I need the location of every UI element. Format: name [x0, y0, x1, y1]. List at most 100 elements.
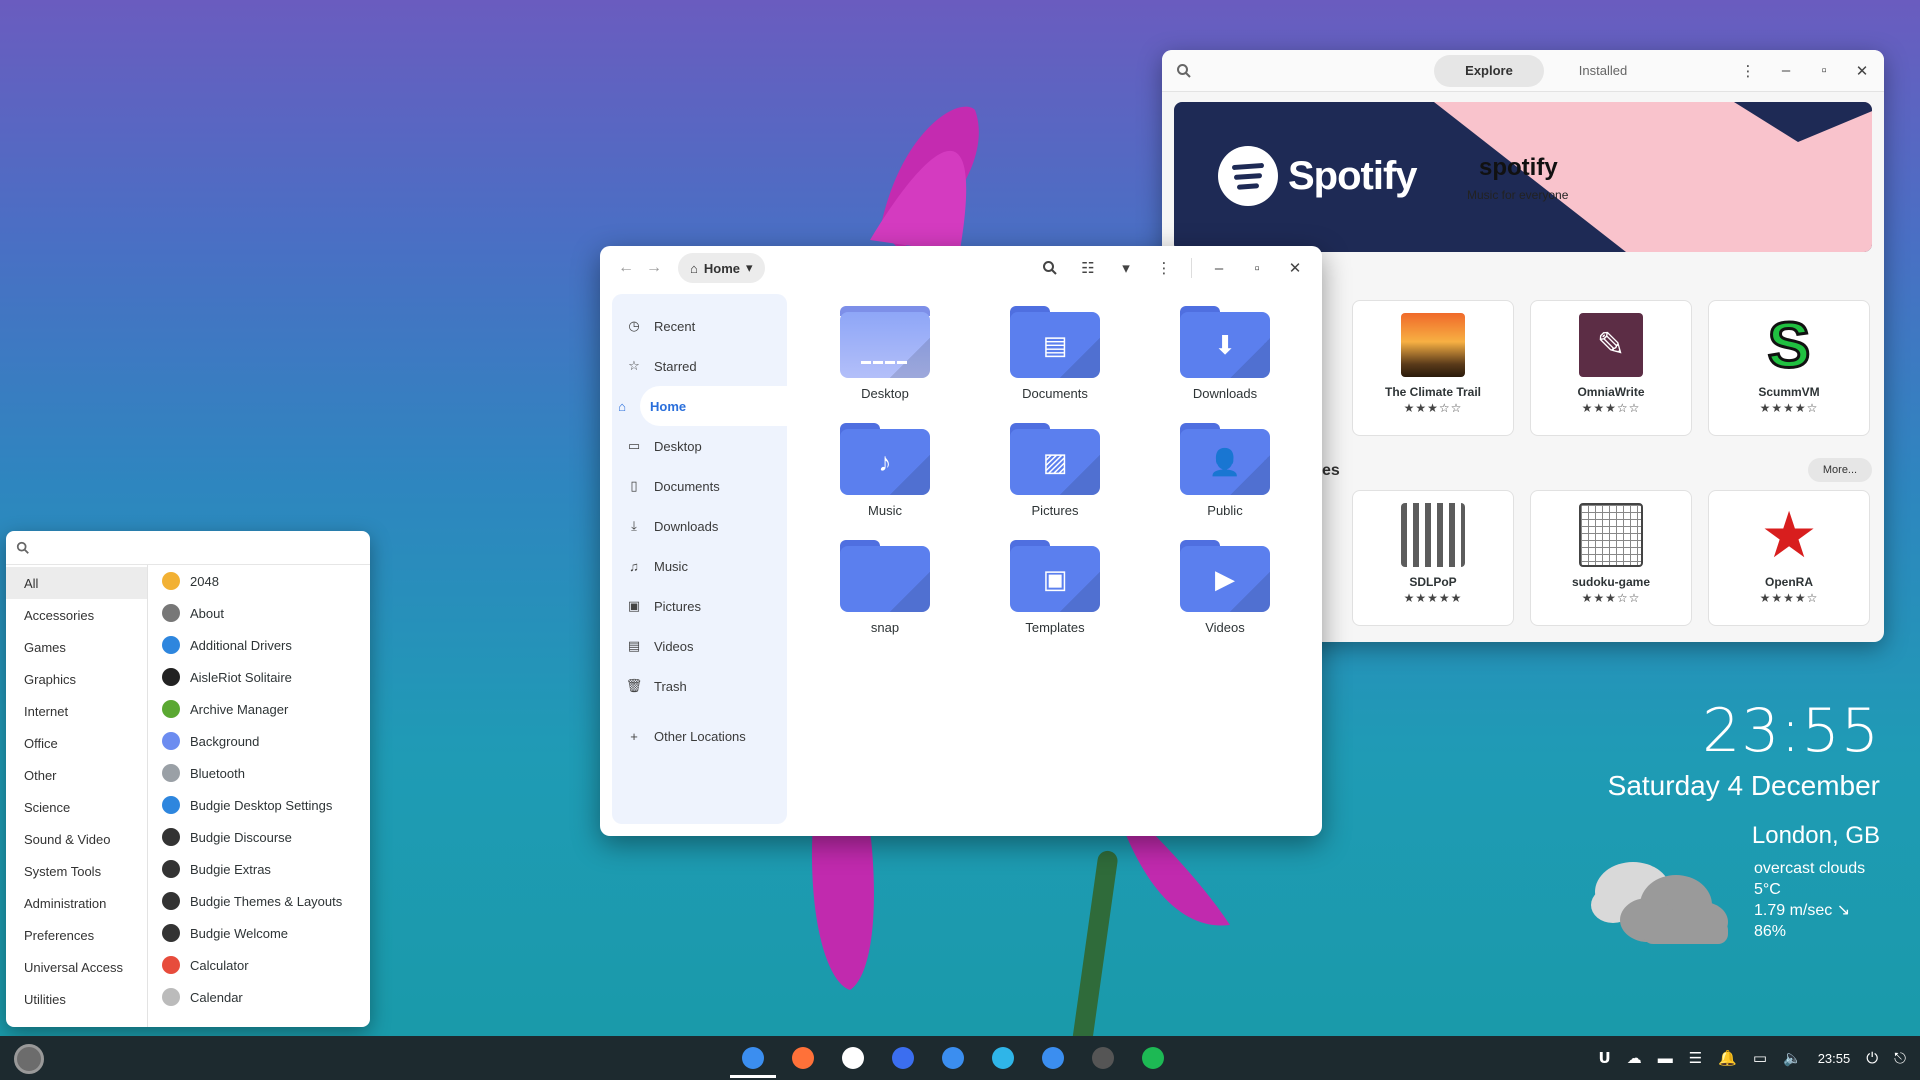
category-item[interactable]: Preferences: [6, 919, 147, 951]
app-list-item[interactable]: Background: [156, 725, 370, 757]
app-list-item[interactable]: Budgie Discourse: [156, 821, 370, 853]
sidebar-item-music[interactable]: ♫ Music: [612, 546, 787, 586]
sidebar-item-trash[interactable]: 🗑 Trash: [612, 666, 787, 706]
forward-arrow-icon[interactable]: →: [640, 254, 668, 282]
taskbar-app-button[interactable]: [936, 1036, 970, 1080]
category-item[interactable]: Accessories: [6, 599, 147, 631]
sidebar-item-videos[interactable]: ▤ Videos: [612, 626, 787, 666]
app-list-item[interactable]: Budgie Desktop Settings: [156, 789, 370, 821]
app-icon: [162, 636, 180, 654]
search-button[interactable]: [1035, 253, 1065, 283]
view-list-icon[interactable]: ☷: [1073, 253, 1103, 283]
category-item[interactable]: Administration: [6, 887, 147, 919]
taskbar-app-button[interactable]: [1086, 1036, 1120, 1080]
folder-item[interactable]: 👤 Public: [1140, 423, 1310, 518]
category-item[interactable]: Internet: [6, 695, 147, 727]
folder-item[interactable]: ▣ Templates: [970, 540, 1140, 635]
folder-item[interactable]: ▨ Pictures: [970, 423, 1140, 518]
app-list-item[interactable]: Budgie Themes & Layouts: [156, 885, 370, 917]
drive-icon[interactable]: ▬: [1658, 1050, 1673, 1067]
folder-item[interactable]: ▤ Documents: [970, 306, 1140, 401]
panel-clock[interactable]: 23:55: [1818, 1051, 1851, 1066]
volume-icon[interactable]: 🔈: [1783, 1049, 1802, 1067]
taskbar-app-button[interactable]: [1136, 1036, 1170, 1080]
bell-icon[interactable]: 🔔: [1718, 1049, 1737, 1067]
maximize-button[interactable]: ▫: [1812, 59, 1836, 83]
logout-icon[interactable]: ⎋: [1894, 1050, 1906, 1067]
app-list-item[interactable]: AisleRiot Solitaire: [156, 661, 370, 693]
menu-search-input[interactable]: [38, 540, 338, 555]
app-card[interactable]: ★ OpenRA ★★★★☆: [1708, 490, 1870, 626]
folder-name: Documents: [1022, 386, 1088, 401]
app-card[interactable]: sudoku-game ★★★☆☆: [1530, 490, 1692, 626]
back-arrow-icon[interactable]: ←: [612, 254, 640, 282]
category-item[interactable]: Universal Access: [6, 951, 147, 983]
folder-name: Public: [1207, 503, 1243, 518]
budgie-logo-icon[interactable]: 𝗨: [1599, 1049, 1611, 1067]
category-all[interactable]: All: [6, 567, 147, 599]
category-item[interactable]: Utilities: [6, 983, 147, 1015]
sidebar-item-documents[interactable]: ▯ Documents: [612, 466, 787, 506]
close-button[interactable]: ✕: [1850, 59, 1874, 83]
app-card[interactable]: S ScummVM ★★★★☆: [1708, 300, 1870, 436]
sidebar-item-desktop[interactable]: ▭ Desktop: [612, 426, 787, 466]
menu-lines-icon[interactable]: ☰: [1689, 1049, 1702, 1067]
app-list-item[interactable]: Archive Manager: [156, 693, 370, 725]
category-item[interactable]: Other: [6, 759, 147, 791]
taskbar-app-button[interactable]: [836, 1036, 870, 1080]
menu-kebab-icon[interactable]: ⋮: [1736, 59, 1760, 83]
close-button[interactable]: ✕: [1280, 253, 1310, 283]
app-icon: [162, 988, 180, 1006]
tab-installed[interactable]: Installed: [1548, 55, 1658, 87]
sidebar-item-other-locations[interactable]: + Other Locations: [612, 716, 787, 756]
minimize-button[interactable]: –: [1774, 59, 1798, 83]
taskbar-app-button[interactable]: [886, 1036, 920, 1080]
tab-explore[interactable]: Explore: [1434, 54, 1544, 87]
featured-banner[interactable]: Spotify spotify Music for everyone: [1174, 102, 1872, 252]
app-card[interactable]: SDLPoP ★★★★★: [1352, 490, 1514, 626]
app-list-item[interactable]: Bluetooth: [156, 757, 370, 789]
sidebar-item-downloads[interactable]: ⤓ Downloads: [612, 506, 787, 546]
category-item[interactable]: Science: [6, 791, 147, 823]
power-icon[interactable]: ⏻: [1866, 1050, 1878, 1067]
taskbar-app-button[interactable]: [1036, 1036, 1070, 1080]
budgie-menu-button[interactable]: [14, 1044, 44, 1074]
app-list-item[interactable]: Calculator: [156, 949, 370, 981]
display-icon[interactable]: ▭: [1753, 1049, 1767, 1067]
category-item[interactable]: System Tools: [6, 855, 147, 887]
sidebar-item-starred[interactable]: ☆ Starred: [612, 346, 787, 386]
category-item[interactable]: Graphics: [6, 663, 147, 695]
software-tabs: Explore Installed: [1434, 54, 1658, 87]
category-item[interactable]: Games: [6, 631, 147, 663]
menu-kebab-icon[interactable]: ⋮: [1149, 253, 1179, 283]
category-item[interactable]: Office: [6, 727, 147, 759]
folder-item[interactable]: ▶ Videos: [1140, 540, 1310, 635]
minimize-button[interactable]: –: [1204, 253, 1234, 283]
path-bar-button[interactable]: ⌂ Home ▾: [678, 253, 765, 283]
app-list-item[interactable]: About: [156, 597, 370, 629]
app-list-item[interactable]: Budgie Welcome: [156, 917, 370, 949]
sidebar-item-recent[interactable]: ◷ Recent: [612, 306, 787, 346]
app-list-item[interactable]: Calendar: [156, 981, 370, 1013]
sidebar-item-pictures[interactable]: ▣ Pictures: [612, 586, 787, 626]
category-item[interactable]: Sound & Video: [6, 823, 147, 855]
taskbar-app-button[interactable]: [730, 1036, 776, 1080]
more-button[interactable]: More...: [1808, 458, 1872, 482]
folder-item[interactable]: ▬▬▬▬ Desktop: [800, 306, 970, 401]
folder-item[interactable]: ⬇ Downloads: [1140, 306, 1310, 401]
app-card[interactable]: The Climate Trail ★★★☆☆: [1352, 300, 1514, 436]
folder-item[interactable]: snap: [800, 540, 970, 635]
sidebar-item-home[interactable]: ⌂ Home: [618, 386, 787, 426]
taskbar-app-button[interactable]: [786, 1036, 820, 1080]
app-list-item[interactable]: 2048: [156, 565, 370, 597]
app-list-item[interactable]: Additional Drivers: [156, 629, 370, 661]
search-icon[interactable]: [1172, 59, 1196, 83]
section-title: es: [1322, 462, 1340, 479]
app-list-item[interactable]: Budgie Extras: [156, 853, 370, 885]
view-options-chevron-icon[interactable]: ▾: [1111, 253, 1141, 283]
app-card[interactable]: ✎ OmniaWrite ★★★☆☆: [1530, 300, 1692, 436]
cloud-tray-icon[interactable]: ☁: [1627, 1049, 1642, 1067]
maximize-button[interactable]: ▫: [1242, 253, 1272, 283]
folder-item[interactable]: ♪ Music: [800, 423, 970, 518]
taskbar-app-button[interactable]: [986, 1036, 1020, 1080]
